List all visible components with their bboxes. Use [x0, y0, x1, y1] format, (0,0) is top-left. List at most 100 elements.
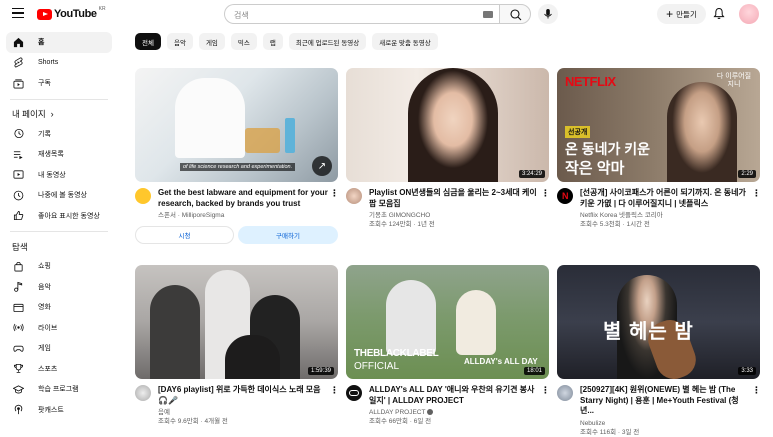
channel-name[interactable]: 기몽초 GIMONGCHO: [369, 211, 541, 220]
chip-recently-uploaded[interactable]: 최근에 업로드된 동영상: [288, 33, 367, 50]
top-bar: YouTube KR + 만들기: [0, 0, 773, 28]
more-actions-icon[interactable]: ⋮: [330, 188, 339, 220]
sidebar-item-history[interactable]: 기록: [6, 124, 112, 145]
video-title[interactable]: [250927][4K] 원위(ONEWE) 별 헤는 밤 (The Starr…: [580, 385, 752, 417]
chip-mix[interactable]: 믹스: [230, 33, 257, 50]
more-actions-icon[interactable]: ⋮: [541, 385, 550, 426]
channel-name[interactable]: Netflix Korea 넷플릭스 코리아: [580, 211, 752, 220]
your-videos-icon: [12, 169, 24, 181]
channel-name[interactable]: 스폰서 · MilliporeSigma: [158, 211, 330, 220]
sidebar-item-subscriptions[interactable]: 구독: [6, 73, 112, 94]
sidebar-item-label: 게임: [38, 345, 51, 353]
chip-gaming[interactable]: 게임: [198, 33, 225, 50]
channel-name[interactable]: 음예: [158, 408, 330, 417]
channel-avatar[interactable]: N: [557, 188, 573, 204]
channel-avatar[interactable]: [346, 385, 362, 401]
sidebar-you-header[interactable]: 내 페이지 ›: [0, 105, 118, 124]
menu-icon[interactable]: [12, 8, 24, 19]
search-button[interactable]: [499, 4, 531, 24]
watch-button[interactable]: 시청: [135, 226, 234, 244]
sidebar-item-liked[interactable]: 좋아요 표시한 동영상: [6, 206, 112, 227]
thumbnail-headline-1: 온 동네가 키운: [565, 141, 651, 157]
video-duration: 3:24:29: [518, 170, 545, 178]
search-input[interactable]: [234, 6, 474, 25]
channel-name[interactable]: ALLDAY PROJECT: [369, 408, 541, 417]
sidebar-item-label: 기록: [38, 130, 51, 138]
video-thumbnail[interactable]: NETFLIX 다 이루어질 지니 선공개 온 동네가 키운 작은 악마 2:2…: [557, 68, 760, 182]
chip-all[interactable]: 전체: [135, 33, 161, 50]
account-avatar[interactable]: [739, 4, 759, 24]
video-title[interactable]: ALLDAY's ALL DAY '애니와 우찬의 유기견 봉사일지' | AL…: [369, 385, 541, 406]
thumbnail-brand: ALLDAY's ALL DAY: [464, 357, 538, 366]
more-actions-icon[interactable]: ⋮: [330, 385, 339, 426]
ad-card[interactable]: of life science research and experimenta…: [135, 68, 339, 244]
buy-button[interactable]: 구매하기: [238, 226, 338, 244]
mic-icon: [544, 9, 552, 19]
channel-avatar[interactable]: [135, 385, 151, 401]
sidebar-item-label: Shorts: [38, 59, 59, 67]
sidebar-item-label: 팟캐스트: [38, 406, 64, 414]
video-card[interactable]: 3:24:29 Playlist ON년생들의 심금을 울리는 2~3세대 케이…: [346, 68, 550, 229]
channel-avatar[interactable]: [557, 385, 573, 401]
thumbnail-headline: 별 헤는 밤: [603, 321, 694, 343]
sidebar-item-shopping[interactable]: 쇼핑: [6, 256, 112, 277]
sidebar-item-playlists[interactable]: 재생목록: [6, 144, 112, 165]
sidebar-item-movies[interactable]: 영화: [6, 297, 112, 318]
video-thumbnail[interactable]: 3:24:29: [346, 68, 549, 182]
sidebar-item-label: 재생목록: [38, 151, 64, 159]
more-actions-icon[interactable]: ⋮: [541, 188, 550, 229]
voice-search-button[interactable]: [538, 4, 558, 24]
video-thumbnail[interactable]: 1:59:39: [135, 265, 338, 379]
chip-new-to-you[interactable]: 새로운 맞춤 동영상: [372, 33, 438, 50]
sidebar-item-live[interactable]: 라이브: [6, 318, 112, 339]
external-link-icon[interactable]: ↗: [312, 156, 332, 176]
plus-icon: +: [666, 6, 674, 21]
channel-avatar[interactable]: [346, 188, 362, 204]
sidebar-item-gaming[interactable]: 게임: [6, 338, 112, 359]
chip-music[interactable]: 음악: [166, 33, 193, 50]
youtube-logo[interactable]: YouTube KR: [37, 6, 106, 20]
sidebar-divider: [10, 231, 108, 232]
sidebar-item-sports[interactable]: 스포츠: [6, 359, 112, 380]
search-icon: [510, 9, 522, 21]
create-button[interactable]: + 만들기: [657, 4, 706, 24]
sidebar-item-label: 학습 프로그램: [38, 386, 79, 394]
music-icon: [12, 281, 24, 293]
thumbnail-label-1: THEBLACKLABEL: [354, 348, 439, 359]
video-card[interactable]: NETFLIX 다 이루어질 지니 선공개 온 동네가 키운 작은 악마 2:2…: [557, 68, 761, 229]
video-stats: 조회수 66만회 · 6일 전: [369, 418, 432, 425]
sidebar-item-watch-later[interactable]: 나중에 볼 동영상: [6, 185, 112, 206]
video-title[interactable]: [DAY6 playlist] 위로 가득한 데이식스 노래 모음 🎧🎤: [158, 385, 330, 406]
thumbnail-caption: of life science research and experimenta…: [180, 163, 296, 171]
channel-avatar[interactable]: [135, 188, 151, 204]
notifications-icon[interactable]: [713, 7, 725, 20]
sidebar-item-label: 내 동영상: [38, 171, 66, 179]
sidebar-item-music[interactable]: 음악: [6, 277, 112, 298]
channel-name[interactable]: Nebulize: [580, 419, 752, 428]
sidebar-item-your-videos[interactable]: 내 동영상: [6, 165, 112, 186]
video-title[interactable]: Get the best labware and equipment for y…: [158, 188, 330, 209]
search-box: [224, 4, 500, 25]
video-card[interactable]: 1:59:39 [DAY6 playlist] 위로 가득한 데이식스 노래 모…: [135, 265, 339, 426]
video-title[interactable]: Playlist ON년생들의 심금을 울리는 2~3세대 케이팝 모음집: [369, 188, 541, 209]
sidebar-item-podcasts[interactable]: 팟캐스트: [6, 400, 112, 421]
video-card[interactable]: THEBLACKLABEL OFFICIAL ALLDAY's ALL DAY …: [346, 265, 550, 426]
video-thumbnail[interactable]: 별 헤는 밤 3:33: [557, 265, 760, 379]
chip-rap[interactable]: 랩: [262, 33, 283, 50]
video-title[interactable]: [선공개] 사이코패스가 어른이 되기까지. 온 동네가 키운 가엾 | 다 이…: [580, 188, 752, 209]
filter-chips: 전체 음악 게임 믹스 랩 최근에 업로드된 동영상 새로운 맞춤 동영상: [135, 33, 438, 50]
youtube-play-icon: [37, 8, 52, 20]
video-card[interactable]: 별 헤는 밤 3:33 [250927][4K] 원위(ONEWE) 별 헤는 …: [557, 265, 761, 437]
video-duration: 18:01: [523, 367, 545, 375]
sidebar-item-shorts[interactable]: Shorts: [6, 53, 112, 74]
video-thumbnail[interactable]: of life science research and experimenta…: [135, 68, 338, 182]
sidebar-item-label: 좋아요 표시한 동영상: [38, 212, 100, 220]
more-actions-icon[interactable]: ⋮: [752, 385, 761, 437]
video-duration: 1:59:39: [307, 367, 334, 375]
sidebar-item-learning[interactable]: 학습 프로그램: [6, 379, 112, 400]
more-actions-icon[interactable]: ⋮: [752, 188, 761, 229]
home-icon: [12, 36, 24, 48]
keyboard-icon[interactable]: [483, 11, 493, 18]
video-thumbnail[interactable]: THEBLACKLABEL OFFICIAL ALLDAY's ALL DAY …: [346, 265, 549, 379]
sidebar-item-home[interactable]: 홈: [6, 32, 112, 53]
